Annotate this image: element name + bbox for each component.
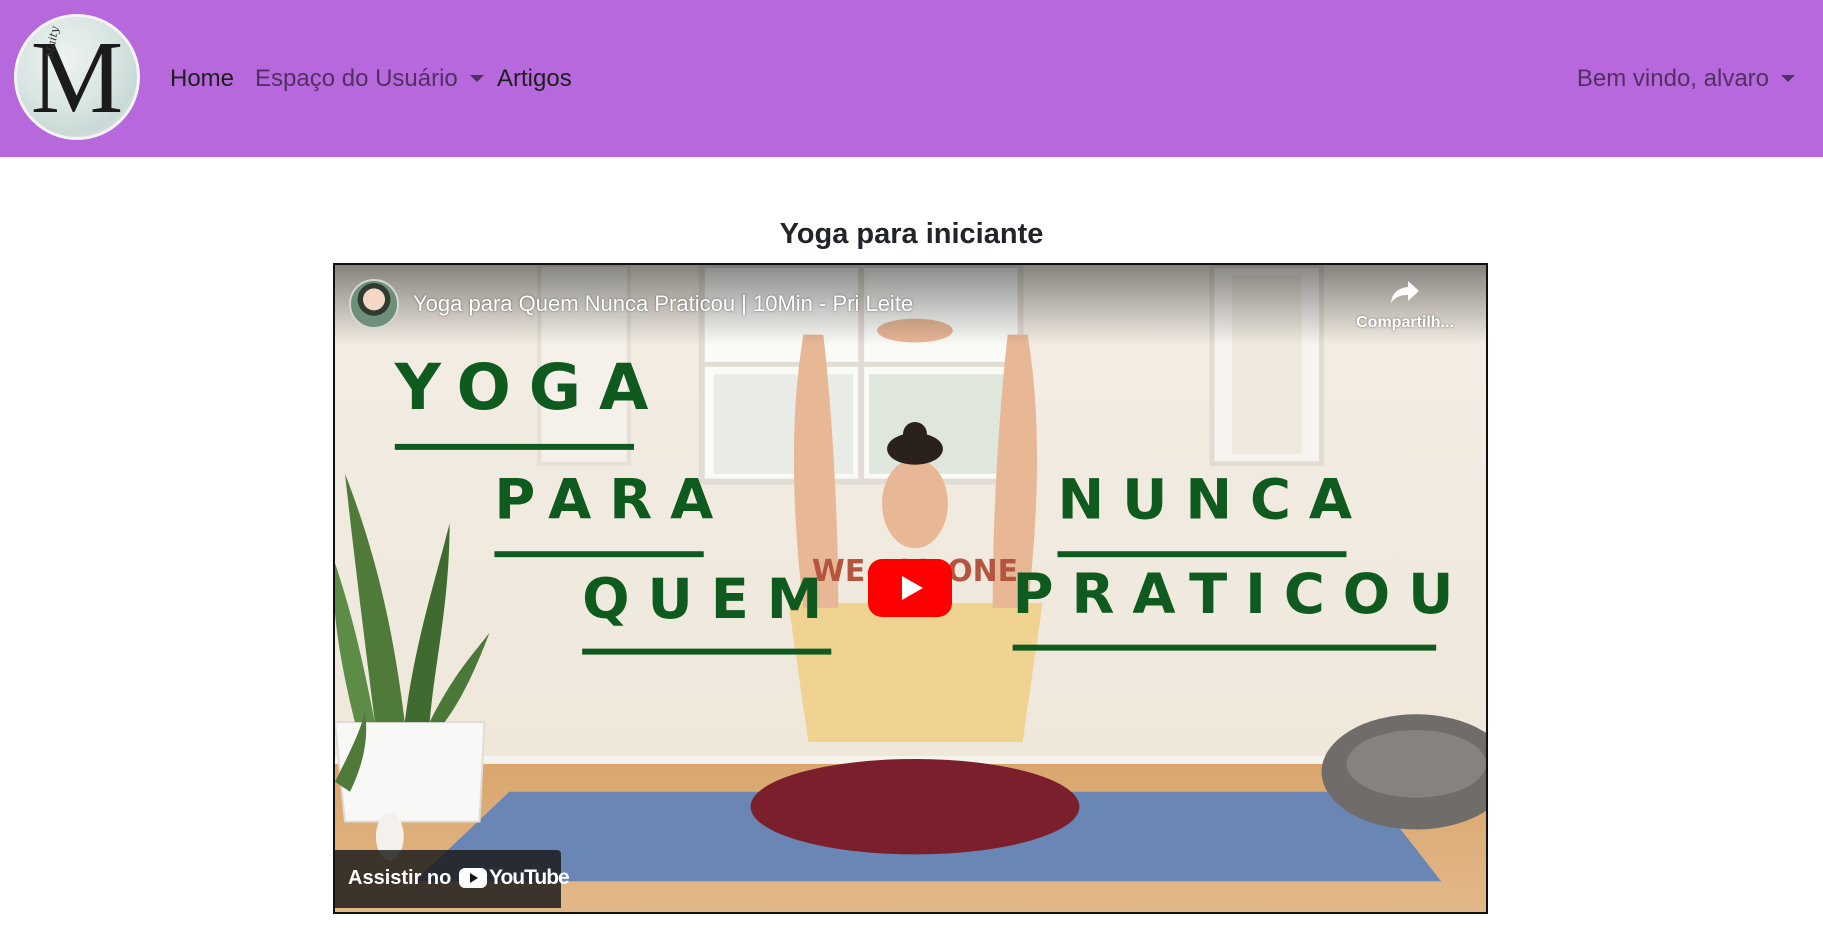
youtube-wordmark: YouTube xyxy=(489,866,570,889)
nav-user-space-label: Espaço do Usuário xyxy=(255,65,458,92)
nav-user-space-dropdown[interactable]: Espaço do Usuário xyxy=(255,64,484,94)
nav-home-link[interactable]: Home xyxy=(170,64,234,94)
thumb-word-yoga: YOGA xyxy=(394,351,667,425)
user-menu-dropdown[interactable]: Bem vindo, alvaro xyxy=(1577,64,1795,94)
caret-down-icon xyxy=(1781,75,1795,82)
welcome-label: Bem vindo, alvaro xyxy=(1576,65,1769,92)
navbar: M Maity Home Espaço do Usuário Artigos B… xyxy=(0,0,1823,157)
nav-articles-link[interactable]: Artigos xyxy=(497,64,572,94)
page-title: Yoga para iniciante xyxy=(779,218,1044,250)
caret-down-icon xyxy=(469,75,484,82)
youtube-icon xyxy=(459,868,487,888)
thumb-word-nunca: NUNCA xyxy=(1057,468,1370,533)
thumb-word-quem: QUEM xyxy=(582,567,840,632)
video-title[interactable]: Yoga para Quem Nunca Praticou | 10Min - … xyxy=(413,291,913,317)
watch-on-youtube-button[interactable]: Assistir no YouTube xyxy=(335,850,570,908)
video-header: Yoga para Quem Nunca Praticou | 10Min - … xyxy=(335,265,1486,345)
thumb-word-praticou: PRATICOU xyxy=(1013,562,1472,627)
logo-letter: M xyxy=(30,20,124,135)
video-player[interactable]: WE ALL ONE YOGA PARA QUEM NUNCA PRATICOU… xyxy=(333,263,1488,914)
play-icon xyxy=(902,576,923,600)
share-label: Compartilh... xyxy=(1356,314,1454,331)
share-icon xyxy=(1391,281,1419,303)
brand-logo[interactable]: M Maity xyxy=(14,14,140,140)
watch-on-label: Assistir no xyxy=(348,867,452,889)
channel-avatar[interactable] xyxy=(349,279,399,329)
share-button[interactable]: Compartilh... xyxy=(1350,279,1460,332)
thumb-word-para: PARA xyxy=(494,468,731,533)
play-button[interactable] xyxy=(868,559,952,617)
